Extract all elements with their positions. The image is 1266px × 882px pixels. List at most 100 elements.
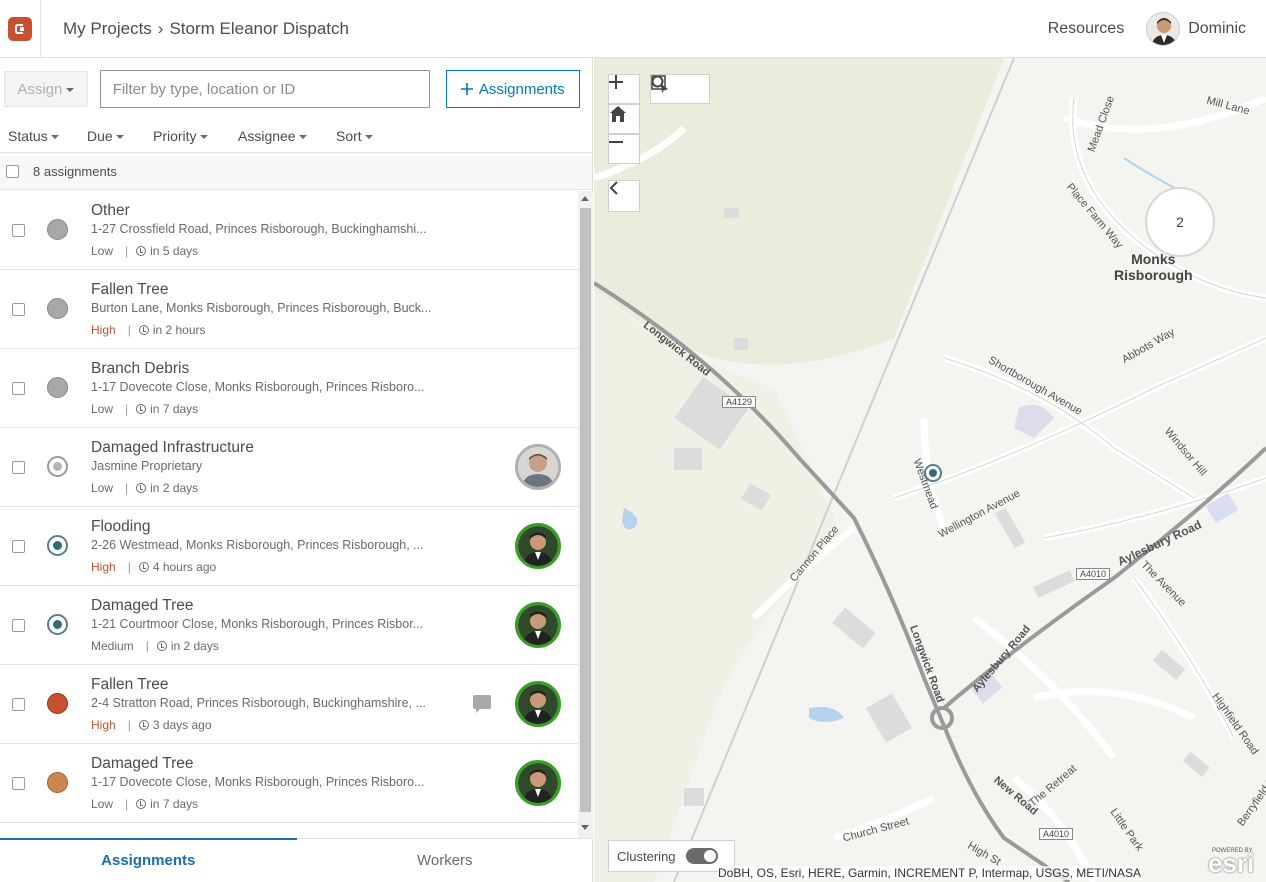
assignment-type: Fallen Tree xyxy=(91,676,169,693)
list-item[interactable]: Damaged Tree 1-21 Courtmoor Close, Monks… xyxy=(0,586,578,665)
app-logo[interactable] xyxy=(0,3,40,55)
list-item[interactable]: Damaged Tree 1-17 Dovecote Close, Monks … xyxy=(0,744,578,823)
assignment-count: 8 assignments xyxy=(33,163,117,179)
assignment-cluster[interactable]: 2 xyxy=(1145,187,1215,257)
due-label: in 2 days xyxy=(150,481,199,495)
clock-icon xyxy=(136,404,147,414)
filter-label: Due xyxy=(87,128,113,144)
filter-assignee[interactable]: Assignee xyxy=(238,128,336,144)
clock-icon xyxy=(138,325,149,335)
zoom-out-button[interactable] xyxy=(608,134,640,164)
select-all-checkbox[interactable] xyxy=(6,164,19,178)
minus-icon xyxy=(609,141,623,143)
scroll-thumb[interactable] xyxy=(580,208,591,812)
row-checkbox[interactable] xyxy=(12,302,25,316)
list-item[interactable]: Flooding 2-26 Westmead, Monks Risborough… xyxy=(0,507,578,586)
filter-label: Priority xyxy=(153,128,197,144)
list-item[interactable]: Fallen Tree 2-4 Stratton Road, Princes R… xyxy=(0,665,578,744)
scroll-down-arrow-icon[interactable] xyxy=(581,825,589,830)
breadcrumb-my-projects[interactable]: My Projects xyxy=(63,19,152,39)
due-label: 3 days ago xyxy=(152,718,212,732)
list-item[interactable]: Branch Debris 1-17 Dovecote Close, Monks… xyxy=(0,349,578,428)
worker-avatar[interactable] xyxy=(515,602,561,648)
list-item[interactable]: Other 1-27 Crossfield Road, Princes Risb… xyxy=(0,191,578,270)
assignment-type: Flooding xyxy=(91,518,151,535)
road-shield: A4010 xyxy=(1039,828,1074,840)
header-divider xyxy=(40,0,41,58)
assignment-location: 1-17 Dovecote Close, Monks Risborough, P… xyxy=(91,775,425,789)
breadcrumb-project-name: Storm Eleanor Dispatch xyxy=(169,18,349,38)
filter-due[interactable]: Due xyxy=(87,128,153,144)
worker-avatar[interactable] xyxy=(515,444,561,490)
assignment-location: 2-26 Westmead, Monks Risborough, Princes… xyxy=(91,538,424,552)
clock-icon xyxy=(136,799,147,809)
tab-workers[interactable]: Workers xyxy=(297,839,594,882)
filter-bar: Status Due Priority Assignee Sort xyxy=(0,120,592,152)
esri-logo: esri xyxy=(1208,848,1255,878)
row-checkbox[interactable] xyxy=(12,539,25,553)
road-shield: A4010 xyxy=(1076,568,1111,580)
list-item[interactable]: Damaged Infrastructure Jasmine Proprieta… xyxy=(0,428,578,507)
tab-assignments[interactable]: Assignments xyxy=(0,838,297,882)
search-input[interactable] xyxy=(99,70,430,108)
row-checkbox[interactable] xyxy=(12,697,25,711)
clock-icon xyxy=(156,641,167,651)
chevron-down-icon xyxy=(199,135,208,139)
row-checkbox[interactable] xyxy=(12,381,25,395)
map-search-tools xyxy=(650,74,710,104)
panel-tabs: Assignments Workers xyxy=(0,838,593,882)
priority-label: High xyxy=(91,718,116,732)
due-label: in 7 days xyxy=(150,797,199,811)
priority-label: Medium xyxy=(91,639,134,653)
comment-icon[interactable] xyxy=(473,695,491,713)
clustering-control: Clustering xyxy=(608,840,735,872)
user-avatar[interactable] xyxy=(1146,11,1181,46)
filter-label: Status xyxy=(8,128,48,144)
due-label: in 2 days xyxy=(170,639,219,653)
assign-button[interactable]: Assign xyxy=(4,71,88,107)
workforce-logo-icon xyxy=(8,16,32,41)
assign-button-label: Assign xyxy=(17,80,63,98)
zoom-in-button[interactable] xyxy=(608,74,640,104)
due-label: 4 hours ago xyxy=(152,560,217,574)
add-assignments-button[interactable]: Assignments xyxy=(445,70,580,108)
list-scrollbar[interactable] xyxy=(578,191,593,838)
status-unassigned-icon xyxy=(47,298,68,319)
filter-label: Sort xyxy=(336,128,362,144)
app-header: My Projects › Storm Eleanor Dispatch Res… xyxy=(0,0,1266,58)
filter-sort[interactable]: Sort xyxy=(336,128,396,144)
worker-avatar[interactable] xyxy=(515,523,561,569)
status-in-progress-icon xyxy=(47,535,68,556)
chevron-down-icon xyxy=(364,135,373,139)
home-button[interactable] xyxy=(608,104,640,134)
chevron-down-icon xyxy=(298,135,307,139)
assignment-marker[interactable] xyxy=(924,464,942,482)
filter-status[interactable]: Status xyxy=(8,128,87,144)
clock-icon xyxy=(138,720,149,730)
scroll-up-arrow-icon[interactable] xyxy=(581,196,589,201)
row-checkbox[interactable] xyxy=(12,223,25,237)
user-name[interactable]: Dominic xyxy=(1188,20,1246,38)
filter-priority[interactable]: Priority xyxy=(153,128,238,144)
chevron-left-icon xyxy=(609,181,618,195)
row-checkbox[interactable] xyxy=(12,618,25,632)
worker-avatar[interactable] xyxy=(515,760,561,806)
clustering-label: Clustering xyxy=(617,848,676,864)
assignment-list: Other 1-27 Crossfield Road, Princes Risb… xyxy=(0,191,578,824)
row-checkbox[interactable] xyxy=(12,776,25,790)
clustering-toggle[interactable] xyxy=(685,848,718,864)
plus-icon xyxy=(460,83,473,95)
assignment-location: 1-27 Crossfield Road, Princes Risborough… xyxy=(91,222,427,236)
assignment-type: Branch Debris xyxy=(91,360,190,377)
map-attribution: DoBH, OS, Esri, HERE, Garmin, INCREMENT … xyxy=(718,866,1141,880)
collapse-panel-button[interactable] xyxy=(608,180,640,212)
priority-label: Low xyxy=(91,481,114,495)
list-item[interactable]: Fallen Tree Burton Lane, Monks Risboroug… xyxy=(0,270,578,349)
list-header: 8 assignments xyxy=(0,152,592,190)
add-assignments-label: Assignments xyxy=(478,80,565,98)
home-icon xyxy=(610,106,626,122)
resources-link[interactable]: Resources xyxy=(1048,20,1124,38)
row-checkbox[interactable] xyxy=(12,460,25,474)
worker-avatar[interactable] xyxy=(515,681,561,727)
map-view[interactable]: Longwick Road Longwick Road Aylesbury Ro… xyxy=(594,58,1266,882)
